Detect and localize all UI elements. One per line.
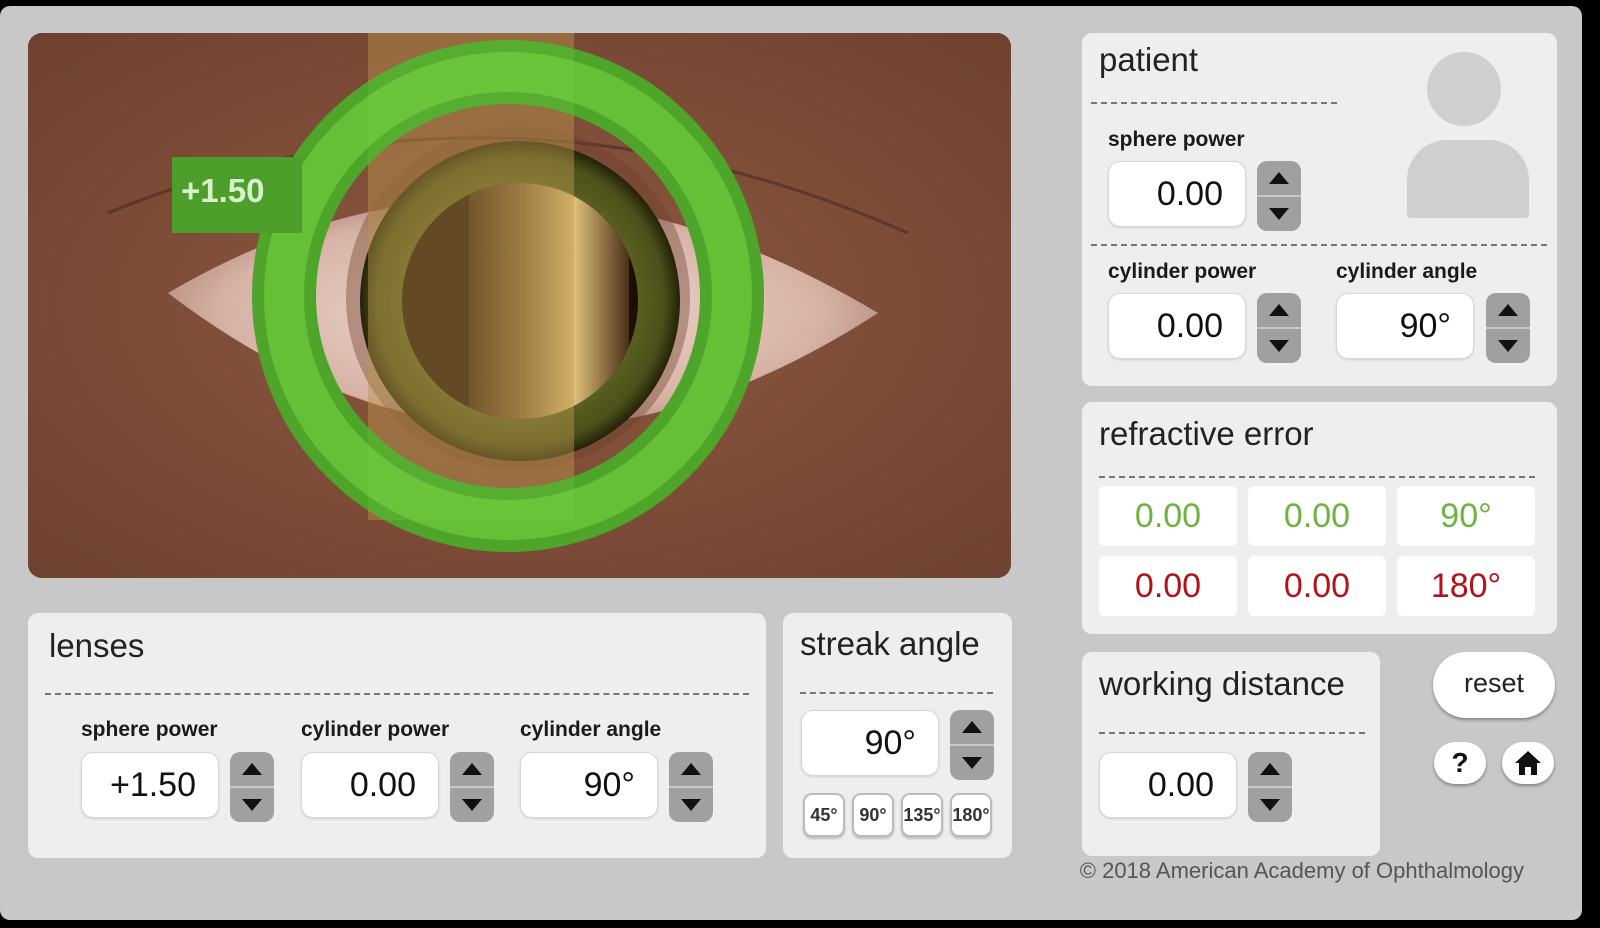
patient-sphere-field[interactable]: 0.00 (1108, 161, 1246, 227)
patient-divider (1091, 102, 1337, 104)
lenses-cylinder-angle-down-button[interactable] (669, 788, 713, 822)
lenses-sphere-label: sphere power (81, 718, 218, 741)
arrow-down-icon (1498, 340, 1518, 352)
home-icon (1515, 751, 1541, 775)
arrow-up-icon (1498, 304, 1518, 316)
patient-sphere-label: sphere power (1108, 128, 1245, 151)
patient-cylinder-power-down-button[interactable] (1257, 329, 1301, 363)
arrow-up-icon (1269, 304, 1289, 316)
arrow-up-icon (1260, 763, 1280, 775)
lenses-sphere-down-button[interactable] (230, 788, 274, 822)
refractive-error-axis-1: 90° (1397, 486, 1535, 546)
lenses-cylinder-power-field[interactable]: 0.00 (301, 752, 439, 818)
working-distance-up-button[interactable] (1248, 752, 1292, 788)
streak-angle-up-button[interactable] (950, 710, 994, 746)
lenses-sphere-stepper (230, 752, 274, 822)
arrow-down-icon (242, 799, 262, 811)
working-distance-field[interactable]: 0.00 (1099, 752, 1237, 818)
lenses-cylinder-angle-label: cylinder angle (520, 718, 662, 741)
lenses-cylinder-power-stepper (450, 752, 494, 822)
patient-cylinder-power-stepper (1257, 293, 1301, 363)
patient-sphere-up-button[interactable] (1257, 161, 1301, 197)
lenses-cylinder-power-label: cylinder power (301, 718, 450, 741)
arrow-up-icon (1269, 172, 1289, 184)
reset-button[interactable]: reset (1433, 652, 1555, 718)
streak-angle-down-button[interactable] (950, 746, 994, 780)
lenses-sphere-field[interactable]: +1.50 (81, 752, 219, 818)
lenses-sphere-up-button[interactable] (230, 752, 274, 788)
refractive-error-cylinder-1: 0.00 (1248, 486, 1386, 546)
refractive-error-sphere-2: 0.00 (1099, 556, 1237, 616)
streak-angle-180-button[interactable]: 180° (950, 793, 992, 837)
working-distance-stepper (1248, 752, 1292, 822)
arrow-down-icon (681, 799, 701, 811)
copyright-text: © 2018 American Academy of Ophthalmology (1079, 858, 1524, 883)
refractive-error-cylinder-2: 0.00 (1248, 556, 1386, 616)
working-distance-down-button[interactable] (1248, 788, 1292, 822)
eye-illustration (28, 33, 1011, 578)
patient-sphere-stepper (1257, 161, 1301, 231)
patient-sphere-down-button[interactable] (1257, 197, 1301, 231)
patient-title: patient (1099, 41, 1199, 78)
patient-cylinder-power-field[interactable]: 0.00 (1108, 293, 1246, 359)
streak-angle-divider (800, 692, 993, 694)
lenses-cylinder-power-up-button[interactable] (450, 752, 494, 788)
lens-power-badge: +1.50 (181, 172, 265, 209)
patient-cylinder-angle-up-button[interactable] (1486, 293, 1530, 329)
patient-cylinder-angle-stepper (1486, 293, 1530, 363)
avatar-body (1407, 140, 1529, 218)
patient-cylinder-power-up-button[interactable] (1257, 293, 1301, 329)
lenses-cylinder-angle-field[interactable]: 90° (520, 752, 658, 818)
patient-cylinder-power-label: cylinder power (1108, 260, 1257, 283)
arrow-down-icon (462, 799, 482, 811)
arrow-up-icon (962, 721, 982, 733)
lenses-title: lenses (49, 627, 145, 664)
streak-angle-field[interactable]: 90° (801, 710, 939, 776)
working-distance-title: working distance (1099, 665, 1345, 702)
streak-angle-135-button[interactable]: 135° (901, 793, 943, 837)
lenses-cylinder-power-down-button[interactable] (450, 788, 494, 822)
help-button[interactable]: ? (1434, 742, 1486, 784)
arrow-up-icon (462, 763, 482, 775)
arrow-up-icon (242, 763, 262, 775)
arrow-up-icon (681, 763, 701, 775)
patient-cylinder-angle-down-button[interactable] (1486, 329, 1530, 363)
working-distance-divider (1099, 732, 1365, 734)
streak-angle-stepper (950, 710, 994, 780)
refractive-error-divider (1099, 476, 1535, 478)
arrow-down-icon (1269, 208, 1289, 220)
lenses-cylinder-angle-stepper (669, 752, 713, 822)
home-button[interactable] (1502, 742, 1554, 784)
arrow-down-icon (1269, 340, 1289, 352)
arrow-down-icon (1260, 799, 1280, 811)
eye-view: +1.50 (28, 33, 1011, 578)
avatar-head (1427, 52, 1501, 126)
streak-angle-title: streak angle (800, 625, 980, 662)
patient-cylinder-angle-field[interactable]: 90° (1336, 293, 1474, 359)
streak-angle-90-button[interactable]: 90° (852, 793, 894, 837)
patient-divider-2 (1091, 244, 1547, 246)
streak-angle-45-button[interactable]: 45° (803, 793, 845, 837)
refractive-error-sphere-1: 0.00 (1099, 486, 1237, 546)
refractive-error-title: refractive error (1099, 415, 1314, 452)
arrow-down-icon (962, 757, 982, 769)
patient-cylinder-angle-label: cylinder angle (1336, 260, 1478, 283)
lenses-divider (45, 693, 749, 695)
lenses-cylinder-angle-up-button[interactable] (669, 752, 713, 788)
refractive-error-axis-2: 180° (1397, 556, 1535, 616)
